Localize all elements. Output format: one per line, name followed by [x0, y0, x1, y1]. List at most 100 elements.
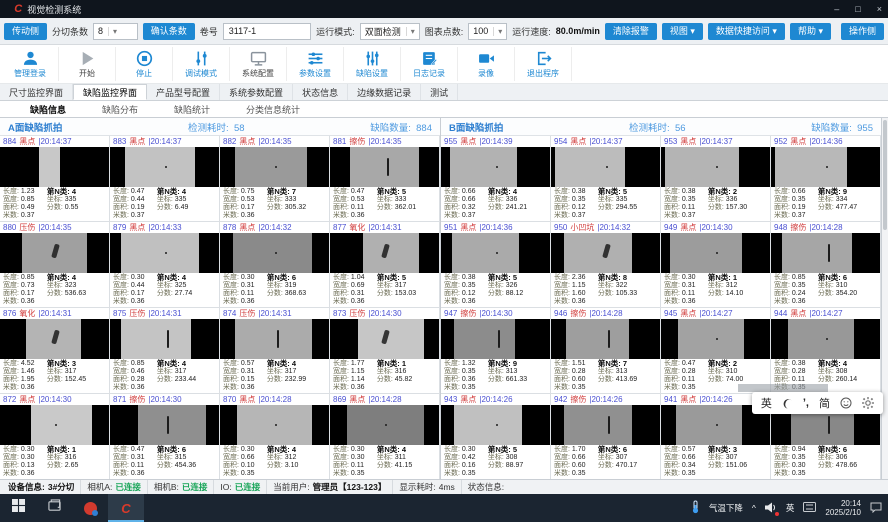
defect-image[interactable] [441, 319, 550, 359]
weather-text[interactable]: 气温下降 [709, 502, 743, 514]
defect-card[interactable]: 876 氧化 |20:14:31 长度: 4.52 宽度: 1.46 面积: 1… [0, 308, 110, 394]
tray-expand-button[interactable]: ^ [752, 503, 756, 513]
defect-image[interactable] [110, 405, 219, 445]
moon-icon[interactable] [782, 398, 793, 409]
defect-card[interactable]: 874 压伤 |20:14:31 长度: 0.57 宽度: 0.31 面积: 0… [220, 308, 330, 394]
subtab-defect-stats[interactable]: 缺陷统计 [156, 103, 228, 116]
defect-image[interactable] [220, 319, 329, 359]
gear-icon[interactable] [862, 397, 874, 409]
tab-product-config[interactable]: 产品型号配置 [147, 84, 220, 100]
taskbar-active-app-button[interactable]: C [108, 494, 144, 522]
defect-card[interactable]: 880 压伤 |20:14:35 长度: 0.85 宽度: 0.73 面积: 0… [0, 222, 110, 308]
defect-image[interactable] [220, 233, 329, 273]
defect-image[interactable] [330, 405, 439, 445]
defect-image[interactable] [330, 147, 439, 187]
tab-edge-data[interactable]: 边缘数据记录 [348, 84, 421, 100]
ime-language-indicator[interactable]: 英 [786, 502, 795, 514]
volume-icon[interactable] [765, 502, 777, 515]
notification-center-icon[interactable] [870, 502, 882, 515]
defect-card[interactable]: 944 黑点 |20:14:27 长度: 0.38 宽度: 0.28 面积: 0… [771, 308, 881, 394]
defect-image[interactable] [0, 405, 109, 445]
ime-punctuation-button[interactable]: ’, [803, 397, 809, 409]
defect-image[interactable] [771, 147, 880, 187]
defect-image[interactable] [771, 233, 880, 273]
task-view-button[interactable] [36, 494, 72, 522]
defect-image[interactable] [220, 405, 329, 445]
defect-card[interactable]: 872 黑点 |20:14:30 长度: 0.30 宽度: 0.30 面积: 0… [0, 394, 110, 479]
subtab-defect-info[interactable]: 缺陷信息 [12, 103, 84, 116]
defect-image[interactable] [330, 319, 439, 359]
defect-card[interactable]: 950 小凹坑 |20:14:32 长度: 2.36 宽度: 1.15 面积: … [551, 222, 661, 308]
defect-image[interactable] [551, 233, 660, 273]
defect-image[interactable] [661, 233, 770, 273]
defect-card[interactable]: 949 黑点 |20:14:30 长度: 0.30 宽度: 0.31 面积: 0… [661, 222, 771, 308]
start-menu-button[interactable] [0, 494, 36, 522]
tab-system-params[interactable]: 系统参数配置 [220, 84, 293, 100]
taskbar-app-button[interactable] [72, 494, 108, 522]
taskbar-clock[interactable]: 20:142025/2/10 [825, 499, 861, 517]
log-record-button[interactable]: 日志记录 [401, 47, 458, 81]
exit-program-button[interactable]: 退出程序 [515, 47, 572, 81]
defect-image[interactable] [110, 319, 219, 359]
defect-card[interactable]: 878 黑点 |20:14:32 长度: 0.30 宽度: 0.31 面积: 0… [220, 222, 330, 308]
operate-side-button[interactable]: 操作侧 [841, 23, 884, 40]
minimize-button[interactable]: – [834, 4, 839, 14]
defect-image[interactable] [551, 405, 660, 445]
view-menu-button[interactable]: 视图 ▾ [662, 23, 703, 40]
slit-count-select[interactable]: 8▾ [93, 23, 138, 40]
chart-points-select[interactable]: 100▾ [468, 23, 507, 40]
start-button[interactable]: 开始 [59, 47, 116, 81]
defect-card[interactable]: 951 黑点 |20:14:36 长度: 0.38 宽度: 0.35 面积: 0… [441, 222, 551, 308]
data-access-menu-button[interactable]: 数据快捷访问 ▾ [708, 23, 785, 40]
login-button[interactable]: 管理登录 [2, 47, 59, 81]
defect-image[interactable] [110, 233, 219, 273]
parameter-settings-button[interactable]: 参数设置 [287, 47, 344, 81]
defect-image[interactable] [551, 319, 660, 359]
debug-mode-button[interactable]: 调试模式 [173, 47, 230, 81]
tab-test[interactable]: 测试 [421, 84, 458, 100]
defect-image[interactable] [661, 319, 770, 359]
close-button[interactable]: × [877, 4, 882, 14]
stop-button[interactable]: 停止 [116, 47, 173, 81]
defect-card[interactable]: 943 黑点 |20:14:26 长度: 0.30 宽度: 0.42 面积: 0… [441, 394, 551, 479]
ime-simplified-button[interactable]: 简 [819, 395, 830, 411]
defect-card[interactable]: 873 压伤 |20:14:30 长度: 1.77 宽度: 1.15 面积: 1… [330, 308, 440, 394]
defect-image[interactable] [441, 405, 550, 445]
defect-card[interactable]: 871 擦伤 |20:14:30 长度: 0.47 宽度: 0.31 面积: 0… [110, 394, 220, 479]
defect-card[interactable]: 954 黑点 |20:14:37 长度: 0.38 宽度: 0.35 面积: 0… [551, 136, 661, 222]
defect-card[interactable]: 952 黑点 |20:14:36 长度: 0.66 宽度: 0.35 面积: 0… [771, 136, 881, 222]
defect-image[interactable] [661, 147, 770, 187]
defect-image[interactable] [330, 233, 439, 273]
subtab-class-info-stats[interactable]: 分类信息统计 [228, 103, 318, 116]
defect-card[interactable]: 946 擦伤 |20:14:28 长度: 1.51 宽度: 0.28 面积: 0… [551, 308, 661, 394]
tab-size-monitor[interactable]: 尺寸监控界面 [0, 84, 73, 100]
defect-settings-button[interactable]: 缺陷设置 [344, 47, 401, 81]
defect-image[interactable] [0, 147, 109, 187]
defect-card[interactable]: 945 黑点 |20:14:27 长度: 0.47 宽度: 0.28 面积: 0… [661, 308, 771, 394]
defect-image[interactable] [220, 147, 329, 187]
maximize-button[interactable]: □ [855, 4, 860, 14]
defect-image[interactable] [0, 233, 109, 273]
defect-card[interactable]: 883 黑点 |20:14:37 长度: 0.47 宽度: 0.44 面积: 0… [110, 136, 220, 222]
defect-card[interactable]: 881 擦伤 |20:14:35 长度: 0.47 宽度: 0.53 面积: 0… [330, 136, 440, 222]
defect-image[interactable] [441, 233, 550, 273]
clear-alarm-button[interactable]: 清除报警 [605, 23, 657, 40]
roll-number-input[interactable]: 3117-1 [223, 23, 311, 40]
drive-side-button[interactable]: 传动侧 [4, 23, 47, 40]
defect-card[interactable]: 877 氧化 |20:14:31 长度: 1.04 宽度: 0.69 面积: 0… [330, 222, 440, 308]
defect-image[interactable] [551, 147, 660, 187]
defect-image[interactable] [771, 319, 880, 359]
defect-card[interactable]: 870 黑点 |20:14:28 长度: 0.30 宽度: 0.66 面积: 0… [220, 394, 330, 479]
defect-card[interactable]: 947 擦伤 |20:14:30 长度: 1.32 宽度: 0.35 面积: 0… [441, 308, 551, 394]
system-config-button[interactable]: 系统配置 [230, 47, 287, 81]
record-video-button[interactable]: 录像 [458, 47, 515, 81]
defect-card[interactable]: 882 黑点 |20:14:35 长度: 0.75 宽度: 0.53 面积: 0… [220, 136, 330, 222]
help-menu-button[interactable]: 帮助 ▾ [790, 23, 831, 40]
tab-defect-monitor[interactable]: 缺陷监控界面 [73, 84, 147, 100]
defect-image[interactable] [441, 147, 550, 187]
defect-image[interactable] [0, 319, 109, 359]
defect-card[interactable]: 953 黑点 |20:14:37 长度: 0.38 宽度: 0.35 面积: 0… [661, 136, 771, 222]
ime-english-button[interactable]: 英 [761, 395, 772, 411]
touch-keyboard-icon[interactable] [803, 502, 816, 514]
subtab-defect-distribution[interactable]: 缺陷分布 [84, 103, 156, 116]
